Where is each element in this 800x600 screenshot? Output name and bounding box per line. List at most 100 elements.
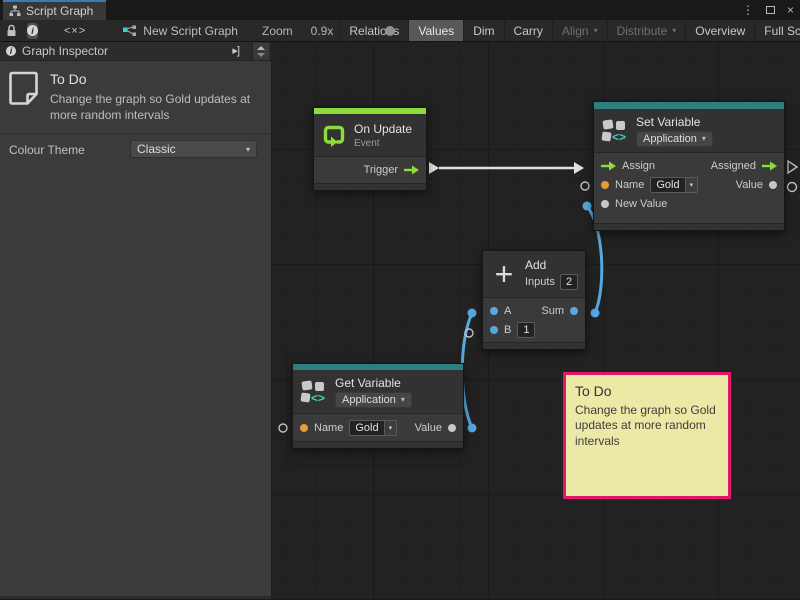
panel-resize-handle[interactable] [0,596,271,599]
assign-in-arrow[interactable] [574,162,584,174]
loop-event-icon [322,123,346,147]
sticky-note[interactable]: To Do Change the graph so Gold updates a… [563,372,731,499]
node-add[interactable]: + Add Inputs 2 A Sum [482,250,586,350]
graph-inspector-header[interactable]: i Graph Inspector ▸] [0,42,271,61]
maximize-icon[interactable] [766,6,775,14]
control-in-arrow-icon[interactable] [601,161,616,171]
add-sum-port-dot[interactable] [591,309,600,318]
value-port-label: Value [736,179,763,191]
add-header[interactable]: + Add Inputs 2 [483,251,585,297]
b-port-label: B [504,324,511,336]
caret-down-icon: ▾ [385,420,398,436]
fullscreen-button[interactable]: Full Screen [754,20,800,42]
a-sum-port-row[interactable]: A Sum [483,301,585,320]
code-preview-icon[interactable]: <×> [64,25,86,37]
control-out-arrow-icon[interactable] [404,165,419,175]
graph-title: New Script Graph [143,24,238,38]
values-label: Values [418,24,454,38]
name-port-dot[interactable] [601,181,609,189]
colour-theme-label: Colour Theme [9,143,85,157]
on-update-header[interactable]: On Update Event [314,114,426,156]
tab-script-graph[interactable]: Script Graph [3,0,106,20]
scope-value: Application [643,133,697,145]
panel-expand-icon[interactable]: ▸] [232,44,239,57]
name-value-dropdown[interactable]: Gold ▾ [349,420,397,436]
kebab-menu-icon[interactable]: ⋮ [742,4,754,16]
distribute-button[interactable]: Distribute▾ [607,20,686,42]
scroll-down-icon[interactable] [257,53,265,57]
assigned-out-arrow-ring[interactable] [788,161,797,173]
toolbar-buttons: Relations Values Dim Carry Align▾ Distri… [339,20,800,42]
new-value-port-label: New Value [615,198,667,210]
name-value-dropdown[interactable]: Gold ▾ [650,177,698,193]
add-a-port-dot[interactable] [468,309,477,318]
lock-icon[interactable] [6,24,17,37]
dim-label: Dim [473,24,494,38]
name-value-port-row[interactable]: Name Gold ▾ Value [594,175,784,194]
overview-button[interactable]: Overview [685,20,754,42]
inspector-toggle-button[interactable]: i [27,23,38,39]
scroll-up-icon[interactable] [257,46,265,50]
set-variable-ports: Assign Assigned Name Gold ▾ Value [594,152,784,223]
dim-button[interactable]: Dim [463,20,503,42]
zoom-slider-handle[interactable] [385,26,395,36]
set-variable-value-port-ring[interactable] [788,183,797,192]
node-on-update[interactable]: On Update Event Trigger [313,107,427,191]
carry-button[interactable]: Carry [504,20,552,42]
sum-port-dot[interactable] [570,307,578,315]
add-ports: A Sum B 1 [483,297,585,342]
align-button[interactable]: Align▾ [552,20,607,42]
carry-label: Carry [514,24,543,38]
get-variable-name-port-ring[interactable] [279,424,287,432]
name-value: Gold [349,420,384,436]
name-value-port-row[interactable]: Name Gold ▾ Value [293,417,463,438]
set-variable-header[interactable]: <> Set Variable Application ▾ [594,109,784,152]
align-label: Align [562,24,589,38]
relations-button[interactable]: Relations [339,20,408,42]
assign-port-label: Assign [622,160,655,172]
node-title: Get Variable [335,376,412,390]
name-port-dot[interactable] [300,424,308,432]
trigger-port-row[interactable]: Trigger [314,160,426,179]
values-button[interactable]: Values [408,20,463,42]
zoom-label: Zoom [262,24,293,38]
unity-window: { "window": { "tab_label": "Script Graph… [0,0,800,600]
value-port-dot[interactable] [448,424,456,432]
graph-canvas[interactable]: On Update Event Trigger [272,42,800,599]
trigger-out-arrow[interactable] [429,162,439,174]
tab-label: Script Graph [26,4,93,18]
variable-scope-dropdown[interactable]: Application ▾ [335,392,412,408]
assigned-port-label: Assigned [711,160,756,172]
new-value-port-row[interactable]: New Value [594,194,784,213]
variable-scope-dropdown[interactable]: Application ▾ [636,131,713,147]
colour-theme-dropdown[interactable]: Classic ▾ [130,140,257,158]
b-port-row[interactable]: B 1 [483,320,585,339]
colour-theme-value: Classic [137,142,176,156]
overview-label: Overview [695,24,745,38]
close-icon[interactable]: × [787,4,794,16]
a-port-dot[interactable] [490,307,498,315]
get-variable-value-port-dot[interactable] [468,424,477,433]
name-port-label: Name [314,422,343,434]
value-port-label: Value [415,422,442,434]
control-out-arrow-icon[interactable] [762,161,777,171]
scope-value: Application [342,394,396,406]
sum-port-label: Sum [541,305,564,317]
node-set-variable[interactable]: <> Set Variable Application ▾ Assign [593,101,785,231]
variable-icon: <> [602,118,628,144]
set-variable-new-value-port-dot[interactable] [583,202,592,211]
window-controls: ⋮ × [742,0,794,20]
node-get-variable[interactable]: <> Get Variable Application ▾ Name Gold [292,363,464,449]
value-port-dot[interactable] [769,181,777,189]
script-graph-icon [9,5,21,17]
b-value-field[interactable]: 1 [517,322,535,338]
b-port-dot[interactable] [490,326,498,334]
node-subtitle: Event [354,138,412,149]
inputs-count-field[interactable]: 2 [560,274,578,290]
set-variable-name-port-ring[interactable] [581,182,589,190]
node-footer [594,223,784,230]
assign-port-row[interactable]: Assign Assigned [594,156,784,175]
get-variable-header[interactable]: <> Get Variable Application ▾ [293,370,463,413]
graph-inspector-panel: i Graph Inspector ▸] To Do Change the gr… [0,42,272,599]
new-value-port-dot[interactable] [601,200,609,208]
